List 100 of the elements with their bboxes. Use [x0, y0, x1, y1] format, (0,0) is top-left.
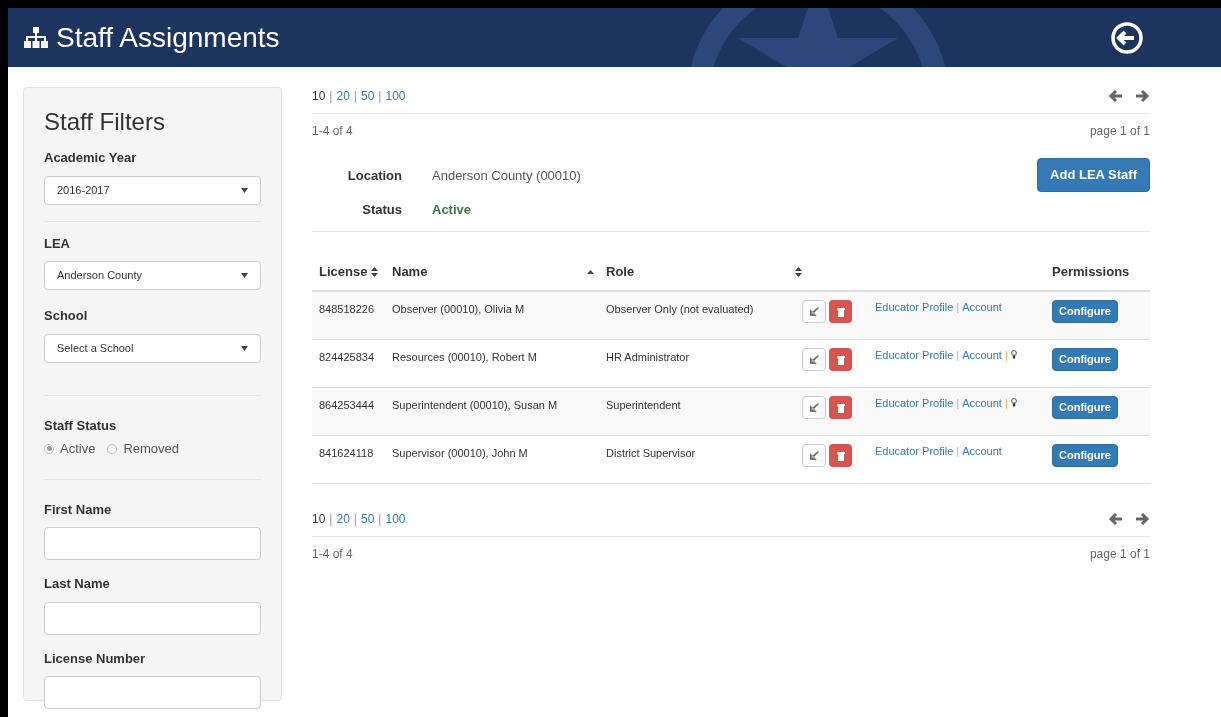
separator: | [956, 349, 960, 361]
field-label: First Name [44, 500, 113, 519]
text-field[interactable] [44, 601, 261, 635]
profile-link[interactable]: Account [962, 301, 1002, 313]
add-staff-button[interactable]: Add LEA Staff [1037, 158, 1150, 192]
delete-button[interactable] [829, 444, 852, 467]
table-cell-text: Resources (00010), Robert M [392, 350, 538, 365]
profile-link[interactable]: Educator Profile [875, 445, 954, 457]
configure-button[interactable]: Configure [1052, 348, 1118, 371]
table-cell-text: District Supervisor [606, 446, 697, 461]
column-header[interactable]: Role [606, 262, 635, 282]
separator: | [378, 511, 382, 528]
caret-icon [241, 187, 248, 193]
configure-button[interactable]: Configure [1052, 300, 1118, 323]
edit-button[interactable] [802, 396, 826, 419]
column-header: Permissions [1052, 263, 1130, 282]
edit-button[interactable] [802, 348, 826, 371]
radio-option[interactable]: Removed [107, 439, 180, 459]
page-size-link[interactable]: 50 [360, 87, 375, 105]
page-text: page 1 of 1 [1089, 546, 1150, 563]
table-cell-text: Supervisor (00010), John M [392, 446, 529, 461]
page-size-link[interactable]: 10 [312, 87, 326, 105]
profile-link[interactable]: Educator Profile [875, 397, 954, 409]
column-header[interactable]: Name [392, 262, 428, 282]
edit-button[interactable] [802, 444, 826, 467]
next-icon[interactable] [1135, 89, 1150, 103]
separator: | [956, 397, 960, 409]
info-label: Status [361, 200, 402, 219]
text-field[interactable] [44, 676, 261, 709]
table-cell-text: Superintendent (00010), Susan M [392, 398, 559, 413]
table-cell-text: Superintendent [606, 398, 682, 413]
profile-link[interactable]: Account [962, 349, 1002, 361]
separator: | [1004, 397, 1008, 409]
radio-option[interactable]: Active [44, 439, 96, 459]
page-size-link[interactable]: 20 [336, 87, 350, 105]
edit-button[interactable] [802, 300, 826, 323]
previous-icon[interactable] [1108, 512, 1123, 526]
sort-icon[interactable] [371, 267, 379, 277]
field-label: Last Name [44, 575, 111, 593]
lightbulb-icon[interactable] [1010, 398, 1017, 407]
range-text: 1-4 of 4 [312, 123, 353, 140]
sitemap-icon [24, 26, 48, 49]
profile-link[interactable]: Account [962, 445, 1002, 457]
trash-icon [836, 306, 845, 317]
info-value: Anderson County (00010) [432, 167, 581, 185]
trash-icon [836, 354, 845, 365]
back-icon[interactable] [1111, 21, 1143, 54]
profile-link[interactable]: Account [962, 397, 1002, 409]
separator: | [1004, 349, 1008, 361]
table-cell-text: Observer (00010), Olivia M [392, 302, 526, 317]
separator: | [956, 301, 960, 313]
table-cell-text: 824425834 [318, 350, 376, 365]
trash-icon [836, 450, 845, 461]
field-label: School [44, 307, 89, 325]
column-header[interactable]: License [319, 262, 368, 282]
separator: | [353, 511, 357, 528]
previous-icon[interactable] [1108, 89, 1123, 103]
page-size-link[interactable]: 100 [385, 87, 406, 105]
sort-icon[interactable] [795, 267, 802, 277]
field-label: Staff Status [44, 416, 118, 435]
page-size-link[interactable]: 10 [312, 510, 326, 528]
delete-button[interactable] [829, 300, 852, 323]
field-label: LEA [44, 234, 71, 253]
select-field[interactable]: Select a School [44, 333, 261, 363]
trash-icon [836, 402, 845, 413]
separator: | [329, 511, 333, 528]
lightbulb-icon[interactable] [1010, 350, 1017, 359]
delete-button[interactable] [829, 348, 852, 371]
delete-button[interactable] [829, 396, 852, 419]
table-cell-text: 848518226 [318, 302, 376, 317]
select-field[interactable]: Anderson County [44, 261, 261, 290]
select-field[interactable]: 2016-2017 [44, 175, 261, 205]
page-text: page 1 of 1 [1089, 123, 1150, 140]
profile-link[interactable]: Educator Profile [875, 301, 954, 313]
table-cell-text: 841624118 [318, 446, 375, 461]
caret-icon [241, 273, 248, 278]
range-text: 1-4 of 4 [312, 546, 353, 563]
field-label: Academic Year [44, 149, 138, 167]
info-value: Active [432, 200, 473, 219]
page-title: Staff Assignments [56, 20, 280, 55]
table-cell-text: 864253444 [318, 398, 376, 413]
configure-button[interactable]: Configure [1052, 396, 1118, 419]
info-label: Location [346, 167, 402, 185]
sort-ascending-icon[interactable] [587, 270, 594, 274]
profile-link[interactable]: Educator Profile [875, 349, 954, 361]
configure-button[interactable]: Configure [1052, 444, 1118, 467]
text-field[interactable] [44, 527, 261, 560]
field-label: License Number [44, 649, 147, 668]
next-icon[interactable] [1135, 512, 1150, 526]
page-size-link[interactable]: 50 [360, 510, 375, 528]
page-size-link[interactable]: 100 [385, 510, 406, 528]
panel-title: Staff Filters [44, 107, 166, 137]
page-size-link[interactable]: 20 [336, 510, 350, 528]
table-cell-text: HR Administrator [606, 350, 691, 365]
separator: | [329, 88, 333, 105]
separator: | [956, 445, 960, 457]
caret-icon [241, 345, 248, 351]
separator: | [353, 88, 357, 105]
table-cell-text: Observer Only (not evaluated) [606, 302, 755, 317]
separator: | [378, 88, 382, 105]
